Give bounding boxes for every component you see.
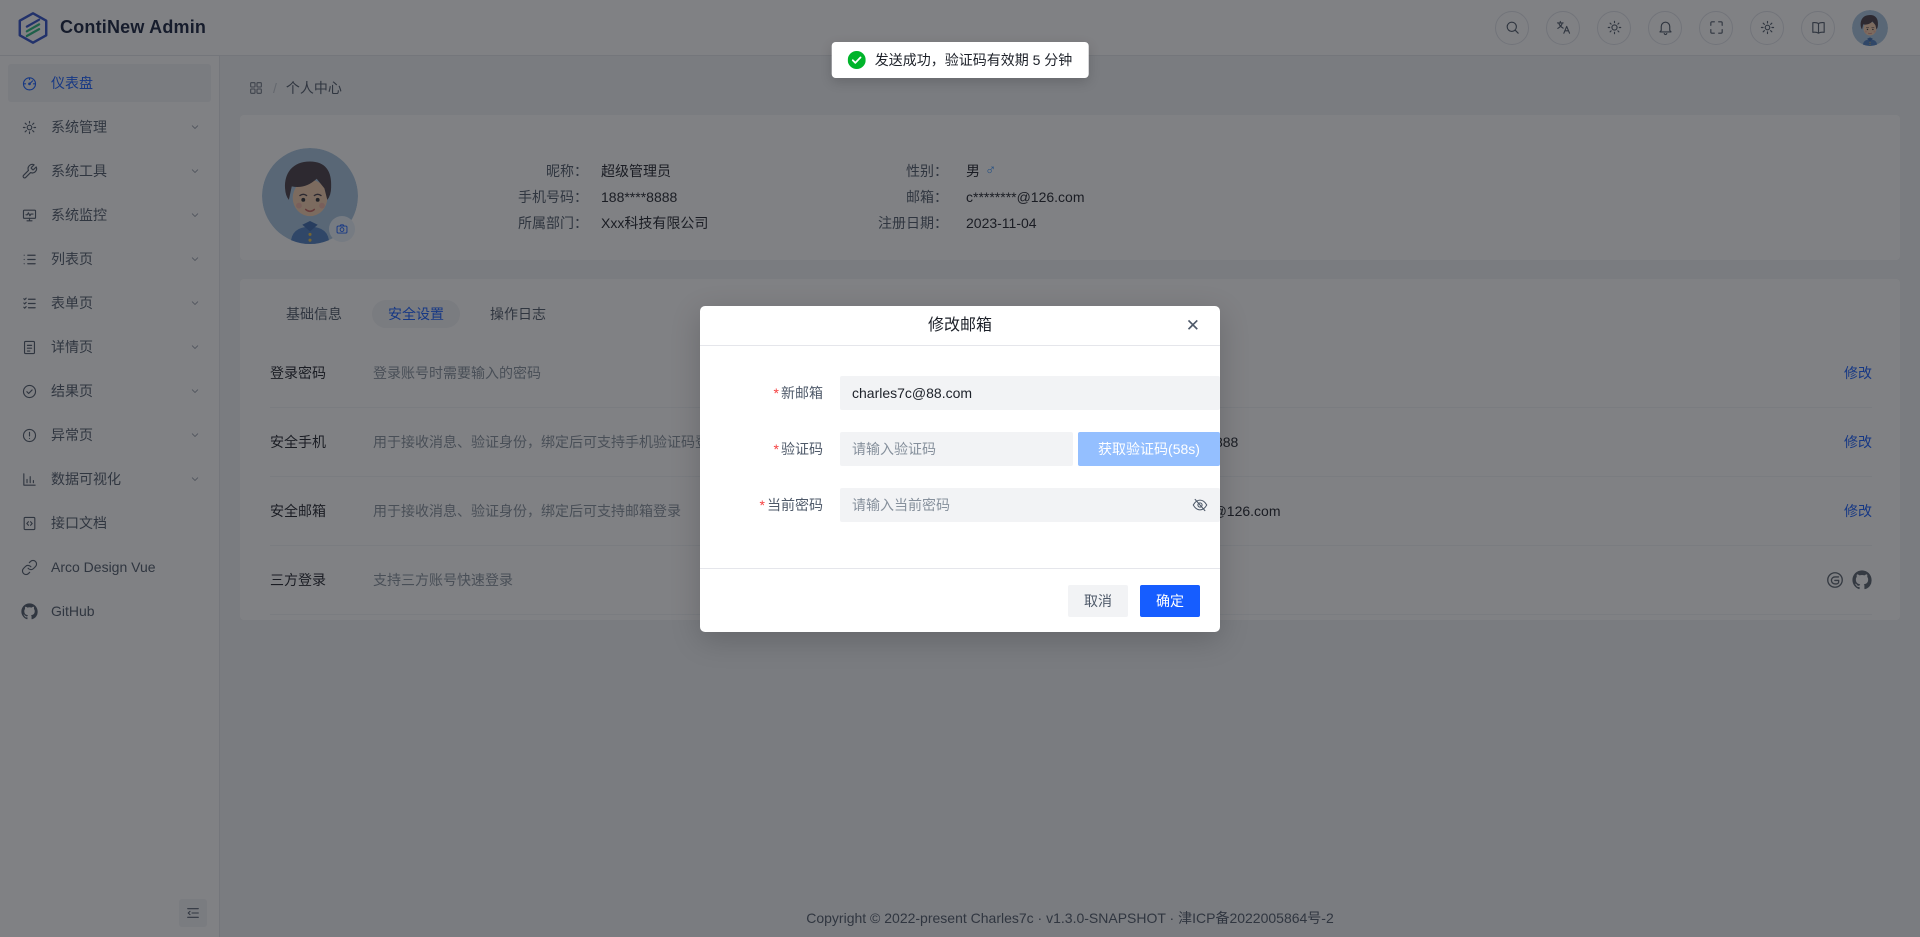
eye-invisible-icon[interactable]: [1191, 495, 1211, 515]
cancel-button[interactable]: 取消: [1068, 585, 1128, 617]
new-email-row: *新邮箱: [720, 376, 1220, 410]
verify-code-label: 验证码: [781, 441, 823, 457]
new-email-input[interactable]: [840, 376, 1220, 410]
close-icon[interactable]: ✕: [1180, 306, 1206, 346]
change-email-modal: 修改邮箱 ✕ *新邮箱 *验证码 获取验证码(58s) *当前密码 取消 确定: [700, 306, 1220, 632]
current-password-input[interactable]: [840, 488, 1220, 522]
toast-text: 发送成功，验证码有效期 5 分钟: [875, 50, 1073, 70]
modal-title: 修改邮箱: [700, 306, 1220, 346]
confirm-button[interactable]: 确定: [1140, 585, 1200, 617]
success-check-icon: [848, 51, 866, 69]
current-password-label: 当前密码: [767, 497, 823, 513]
required-asterisk: *: [774, 441, 779, 457]
success-toast: 发送成功，验证码有效期 5 分钟: [832, 42, 1089, 78]
get-verify-code-button[interactable]: 获取验证码(58s): [1078, 432, 1220, 466]
current-password-row: *当前密码: [720, 488, 1220, 522]
new-email-label: 新邮箱: [781, 385, 823, 401]
verify-code-row: *验证码 获取验证码(58s): [720, 432, 1220, 466]
required-asterisk: *: [760, 497, 765, 513]
verify-code-input[interactable]: [840, 432, 1073, 466]
required-asterisk: *: [774, 385, 779, 401]
